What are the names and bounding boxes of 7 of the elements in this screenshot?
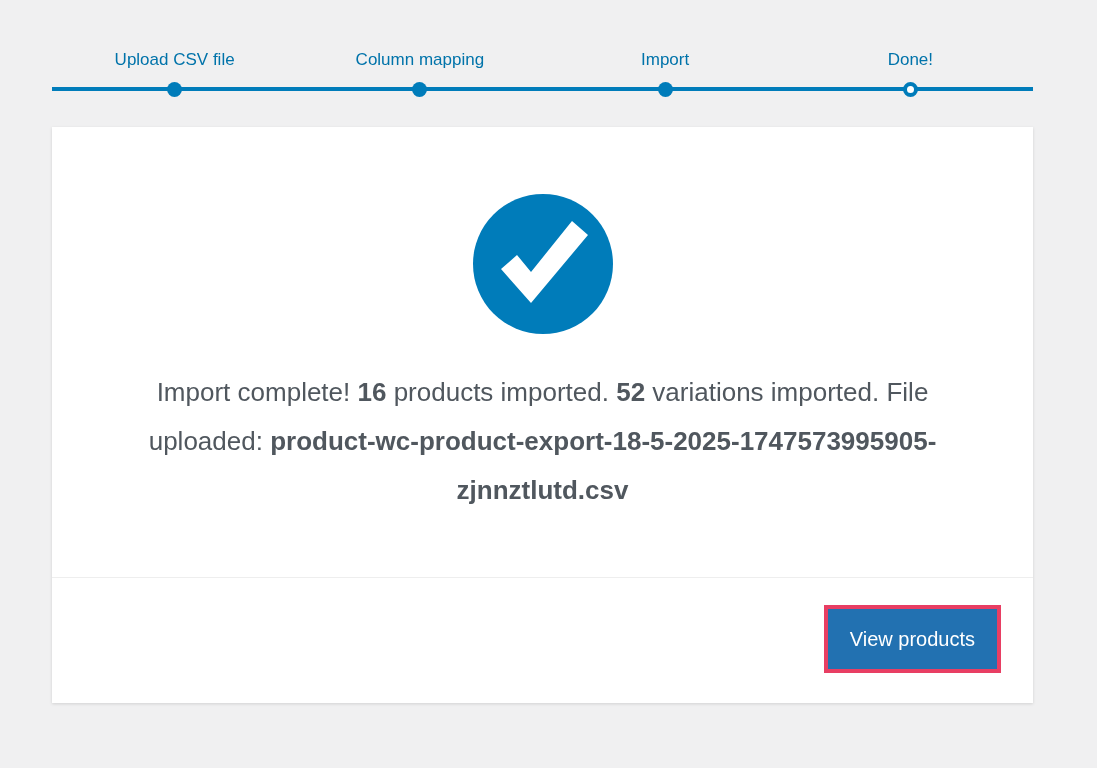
- step-label: Upload CSV file: [114, 49, 235, 71]
- step-label: Done!: [887, 49, 934, 71]
- step-label: Import: [641, 49, 690, 71]
- view-products-button[interactable]: View products: [823, 605, 1001, 673]
- check-icon: [472, 194, 613, 334]
- step-label: Column mapping: [355, 49, 485, 71]
- import-summary-text: Import complete! 16 products imported. 52 variations imported. File uploaded: product-wc-product-export-18-5-2025-1747573995905-zjnnztlutd.csv: [147, 376, 938, 507]
